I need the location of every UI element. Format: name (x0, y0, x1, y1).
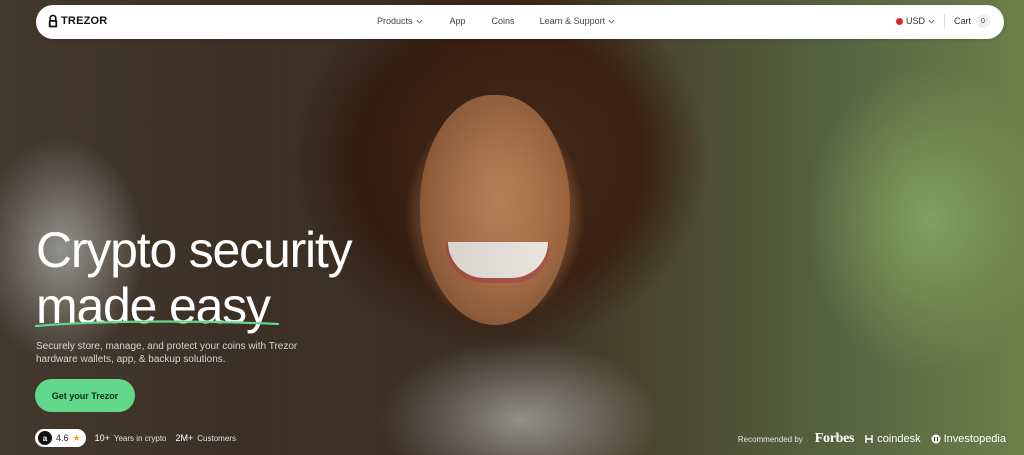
headline-underline-swoosh (34, 320, 280, 328)
amazon-icon: a (38, 431, 52, 445)
press-logos: Recommended by Forbes coindesk Investope… (738, 431, 1006, 447)
rating-value: 4.6 (56, 433, 69, 443)
currency-label: USD (905, 16, 925, 26)
trust-stats: a 4.6 ★ 10+ Years in crypto 2M+ Customer… (35, 429, 236, 447)
nav-coins[interactable]: Coins (492, 16, 515, 26)
stat-years-label: Years in crypto (113, 433, 167, 443)
cart-label: Cart (953, 16, 971, 26)
nav-learn-support-label: Learn & Support (539, 16, 606, 26)
chevron-down-icon (415, 19, 423, 24)
currency-selector[interactable]: USD (895, 16, 935, 26)
nav-divider (943, 14, 945, 28)
cart-button[interactable]: Cart 0 (954, 14, 990, 28)
brand-name: TREZOR (61, 15, 108, 27)
stat-customers: 2M+ Customers (176, 433, 236, 443)
nav-coins-label: Coins (491, 16, 515, 26)
stat-customers-value: 2M+ (175, 433, 194, 443)
investopedia-logo: Investopedia (931, 433, 1006, 445)
nav-products-label: Products (377, 16, 413, 26)
stat-years-value: 10+ (94, 433, 110, 443)
cart-count-badge: 0 (976, 14, 990, 28)
coindesk-logo: coindesk (864, 433, 921, 445)
stat-years: 10+ Years in crypto (95, 433, 167, 443)
nav-utilities: USD Cart 0 (895, 14, 990, 28)
investopedia-icon (931, 434, 941, 444)
trezor-logo-link[interactable]: TREZOR (48, 14, 107, 28)
nav-app-label: App (449, 16, 466, 26)
stat-customers-label: Customers (197, 433, 236, 443)
coindesk-logo-text: coindesk (877, 433, 921, 445)
top-navigation: TREZOR Products App Coins Learn & Suppor… (36, 5, 1004, 39)
us-flag-icon (895, 17, 903, 25)
get-your-trezor-button[interactable]: Get your Trezor (35, 379, 135, 412)
amazon-rating-badge[interactable]: a 4.6 ★ (35, 429, 86, 447)
coindesk-icon (865, 435, 873, 443)
chevron-down-icon (608, 19, 615, 24)
nav-learn-support[interactable]: Learn & Support (540, 16, 616, 26)
padlock-icon (48, 14, 58, 28)
hero-headline-line1: Crypto security (36, 222, 353, 278)
chevron-down-icon (928, 19, 935, 24)
investopedia-logo-text: Investopedia (943, 433, 1006, 445)
recommended-by-label: Recommended by (737, 434, 803, 444)
hero-subtext: Securely store, manage, and protect your… (36, 341, 298, 365)
nav-app[interactable]: App (450, 16, 466, 26)
forbes-logo: Forbes (814, 431, 855, 446)
nav-links: Products App Coins Learn & Support (377, 16, 615, 26)
nav-products[interactable]: Products (377, 16, 423, 26)
star-icon: ★ (72, 432, 81, 443)
